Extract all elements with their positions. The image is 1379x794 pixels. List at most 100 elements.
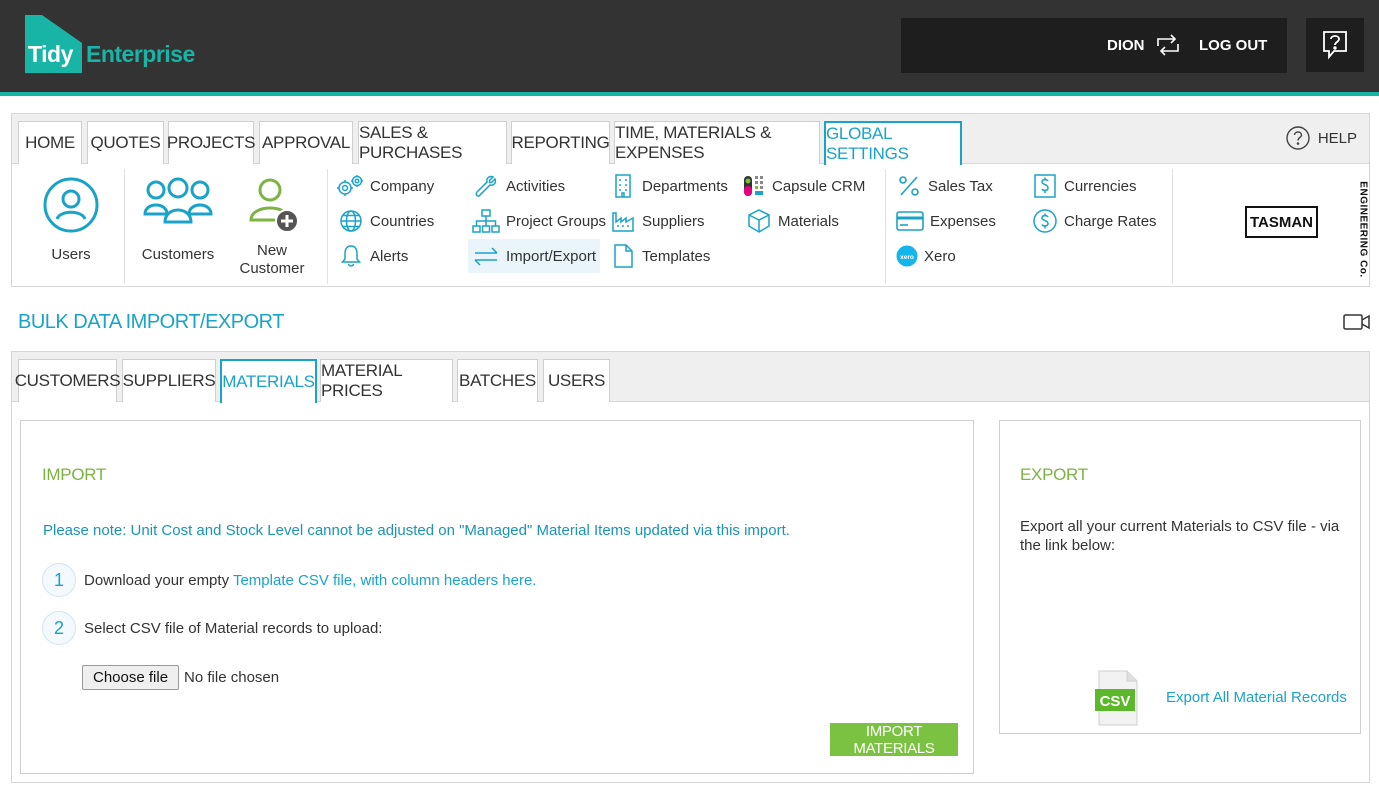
step-download-text: Download your empty Template CSV file, w… (84, 571, 537, 589)
import-materials-button[interactable]: IMPORT MATERIALS (830, 723, 958, 757)
add-customer-icon (249, 178, 299, 233)
switch-user-icon[interactable] (1153, 33, 1183, 57)
users-label: Users (51, 246, 91, 263)
tab-materials[interactable]: MATERIALS (220, 359, 317, 403)
divider (327, 169, 328, 284)
user-circle-icon (43, 177, 99, 233)
export-description: Export all your current Materials to CSV… (1020, 518, 1340, 554)
menu-templates-label: Templates (642, 247, 711, 265)
tidy-enterprise-logo[interactable]: Tidy Enterprise (25, 15, 195, 73)
xero-icon: xero (896, 245, 918, 267)
swap-arrows-icon (474, 247, 498, 266)
step-upload-text: Select CSV file of Material records to u… (84, 619, 383, 637)
tab-customers[interactable]: CUSTOMERS (15, 359, 121, 402)
bell-icon (340, 245, 362, 267)
tab-suppliers[interactable]: SUPPLIERS (122, 359, 216, 402)
company-logo-name: TASMAN (1245, 206, 1318, 238)
choose-file-button[interactable]: Choose file (82, 665, 180, 690)
menu-xero[interactable]: xero Xero (896, 239, 956, 273)
divider (1172, 169, 1173, 284)
tab-quotes[interactable]: QUOTES (87, 121, 164, 164)
tab-reporting[interactable]: REPORTING (511, 121, 610, 164)
tab-sales-purchases[interactable]: SALES & PURCHASES (358, 121, 507, 164)
help-link[interactable]: HELP (1286, 126, 1357, 150)
menu-departments[interactable]: Departments (610, 169, 728, 203)
menu-company-label: Company (370, 177, 435, 195)
new-customer-link[interactable]: New Customer (234, 176, 310, 278)
divider (885, 169, 886, 284)
menu-alerts[interactable]: Alerts (338, 239, 408, 273)
menu-xero-label: Xero (924, 247, 956, 265)
dollar-box-icon (1034, 174, 1056, 198)
menu-countries[interactable]: Countries (338, 204, 434, 238)
building-icon (615, 174, 631, 198)
company-logo: TASMAN ENGINEERING Co. (1245, 181, 1369, 278)
help-circle-icon (1286, 126, 1310, 150)
globe-icon (340, 210, 362, 232)
tab-global-settings[interactable]: GLOBAL SETTINGS (824, 121, 962, 165)
menu-expenses-label: Expenses (930, 212, 996, 230)
step-number: 1 (42, 563, 76, 597)
menu-materials[interactable]: Materials (746, 204, 839, 238)
bulk-data-panel: CUSTOMERS SUPPLIERS MATERIALS MATERIAL P… (11, 351, 1370, 783)
tab-time-materials-expenses[interactable]: TIME, MATERIALS & EXPENSES (614, 121, 820, 164)
tab-approval[interactable]: APPROVAL (259, 121, 353, 164)
customers-group-icon (143, 177, 213, 224)
divider (124, 169, 125, 284)
credit-card-icon (896, 211, 924, 231)
menu-currencies[interactable]: Currencies (1032, 169, 1137, 203)
customers-link[interactable]: Customers (140, 176, 216, 264)
hierarchy-icon (472, 209, 500, 233)
header-accent-line (0, 92, 1379, 96)
menu-templates[interactable]: Templates (610, 239, 710, 273)
menu-activities-label: Activities (506, 177, 566, 195)
new-customer-label: New Customer (239, 242, 305, 277)
menu-import-export[interactable]: Import/Export (468, 239, 601, 273)
svg-text:xero: xero (900, 254, 914, 261)
file-status: No file chosen (184, 669, 280, 686)
file-picker: Choose file No file chosen (82, 665, 279, 690)
menu-activities[interactable]: Activities (472, 169, 565, 203)
tab-users[interactable]: USERS (543, 359, 610, 402)
capsule-crm-icon (744, 176, 763, 196)
menu-import-export-label: Import/Export (506, 247, 597, 265)
logo-tidy-text: Tidy (28, 41, 73, 67)
tab-projects[interactable]: PROJECTS (167, 121, 255, 164)
menu-company[interactable]: Company (336, 169, 434, 203)
menu-project-groups-label: Project Groups (506, 212, 607, 230)
users-link[interactable]: Users (38, 176, 104, 264)
tab-home[interactable]: HOME (18, 121, 82, 164)
main-navigation: HOME QUOTES PROJECTS APPROVAL SALES & PU… (11, 113, 1370, 287)
document-icon (614, 244, 633, 268)
menu-expenses[interactable]: Expenses (896, 204, 996, 238)
menu-currencies-label: Currencies (1064, 177, 1137, 195)
customers-label: Customers (141, 246, 215, 263)
import-heading: IMPORT (42, 465, 107, 484)
import-note: Please note: Unit Cost and Stock Level c… (43, 522, 790, 539)
tab-material-prices[interactable]: MATERIAL PRICES (320, 359, 453, 402)
menu-sales-tax[interactable]: Sales Tax (896, 169, 993, 203)
video-camera-icon[interactable] (1343, 312, 1371, 337)
menu-charge-rates-label: Charge Rates (1064, 212, 1157, 230)
menu-suppliers-label: Suppliers (642, 212, 705, 230)
logo-enterprise-text: Enterprise (86, 41, 195, 67)
tab-batches[interactable]: BATCHES (457, 359, 538, 402)
dollar-circle-icon (1033, 209, 1057, 233)
settings-menu: Users Customers New Customer Company Cou… (12, 164, 1369, 286)
menu-capsule-crm[interactable]: Capsule CRM (742, 169, 865, 203)
menu-sales-tax-label: Sales Tax (928, 177, 993, 195)
logout-link[interactable]: LOG OUT (1199, 37, 1267, 54)
export-all-link[interactable]: Export All Material Records (1166, 689, 1347, 706)
menu-charge-rates[interactable]: Charge Rates (1032, 204, 1157, 238)
company-logo-sub: ENGINEERING Co. (1357, 181, 1369, 278)
template-csv-link[interactable]: Template CSV file, with column headers h… (233, 572, 536, 589)
menu-project-groups[interactable]: Project Groups (472, 204, 606, 238)
step-number: 2 (42, 611, 76, 645)
menu-suppliers[interactable]: Suppliers (610, 204, 705, 238)
menu-capsule-crm-label: Capsule CRM (772, 177, 866, 195)
csv-file-icon[interactable]: CSV (1093, 669, 1141, 732)
support-button[interactable] (1306, 18, 1364, 72)
export-heading: EXPORT (1020, 465, 1088, 484)
menu-departments-label: Departments (642, 177, 728, 195)
step-upload: 2 Select CSV file of Material records to… (42, 611, 382, 645)
